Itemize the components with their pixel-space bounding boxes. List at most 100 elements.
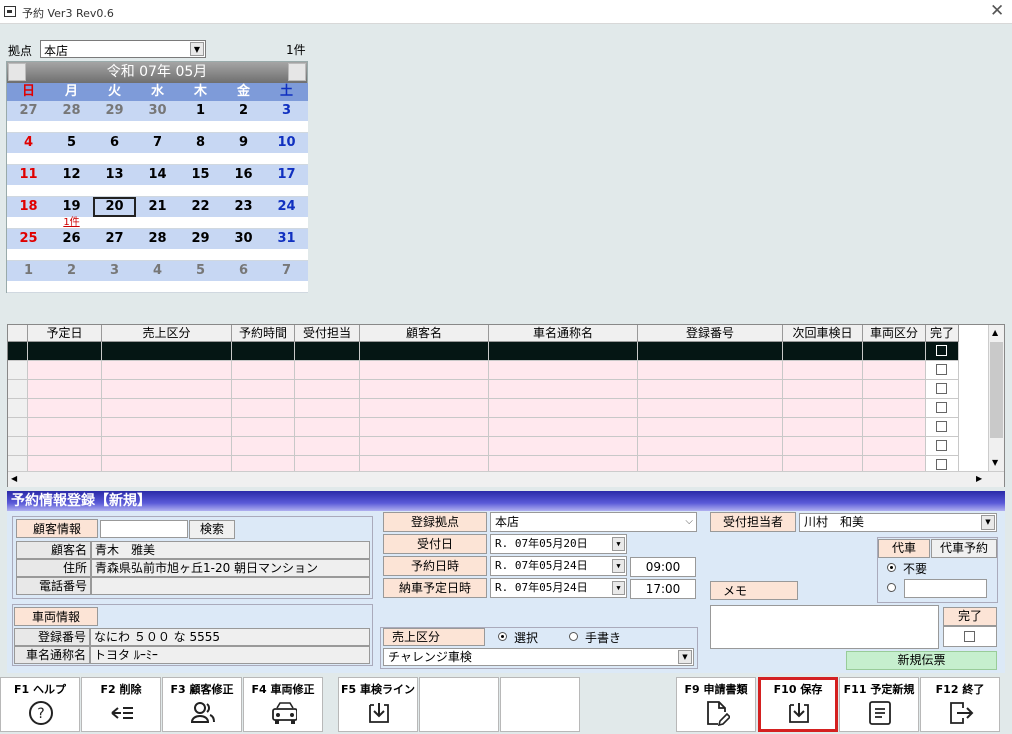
table-row[interactable] [8, 361, 959, 380]
empty-function-button[interactable] [419, 677, 499, 732]
branch-select[interactable]: 本店 ▼ [40, 40, 206, 58]
loaner-not-needed-radio[interactable] [887, 563, 896, 572]
calendar-day[interactable]: 4 [7, 133, 50, 165]
calendar-day[interactable]: 8 [179, 133, 222, 165]
delivery-time-field[interactable]: 17:00 [630, 579, 696, 599]
column-header[interactable]: 完了 [926, 325, 959, 342]
close-icon[interactable]: ✕ [990, 1, 1004, 21]
calendar-day[interactable]: 15 [179, 165, 222, 197]
reservation-date-field[interactable]: R. 07年05月24日 ▼ [490, 556, 627, 576]
calendar-day[interactable]: 26 [50, 229, 93, 261]
new-slip-button[interactable]: 新規伝票 [846, 651, 997, 670]
calendar-day[interactable]: 13 [93, 165, 136, 197]
calendar-day[interactable]: 7 [265, 261, 308, 293]
scroll-left-icon[interactable]: ◀ [11, 474, 17, 483]
f1-help-button[interactable]: F1 ヘルプ? [0, 677, 80, 732]
row-selector[interactable] [8, 418, 28, 437]
day-reservation-count[interactable]: 1件 [50, 217, 93, 229]
f3-customer-edit-button[interactable]: F3 顧客修正 [162, 677, 242, 732]
scroll-right-icon[interactable]: ▶ [976, 474, 982, 483]
column-header[interactable]: 次回車検日 [783, 325, 863, 342]
memo-textarea[interactable] [710, 605, 939, 649]
complete-checkbox[interactable] [936, 402, 947, 413]
scroll-down-icon[interactable]: ▼ [992, 458, 998, 467]
column-header[interactable]: 受付担当 [295, 325, 360, 342]
chevron-down-icon[interactable]: ⌵ [685, 513, 693, 531]
row-selector[interactable] [8, 437, 28, 456]
f5-inspection-line-button[interactable]: F5 車検ライン [338, 677, 418, 732]
calendar-day[interactable]: 1 [179, 101, 222, 133]
f9-application-docs-button[interactable]: F9 申請書類 [676, 677, 756, 732]
calendar-day[interactable]: 21 [136, 197, 179, 229]
calendar-day[interactable]: 29 [93, 101, 136, 133]
table-row[interactable] [8, 437, 959, 456]
calendar-day[interactable]: 17 [265, 165, 308, 197]
calendar-day[interactable]: 30 [222, 229, 265, 261]
staff-select[interactable]: 川村 和美 ▼ [799, 513, 997, 532]
column-header[interactable]: 車両区分 [863, 325, 926, 342]
next-month-button[interactable] [288, 63, 306, 81]
calendar-dropdown-icon[interactable]: ▼ [612, 537, 625, 551]
row-selector[interactable] [8, 399, 28, 418]
prev-month-button[interactable] [8, 63, 26, 81]
complete-checkbox[interactable] [936, 459, 947, 470]
sales-select-radio[interactable] [498, 632, 507, 641]
calendar-day[interactable]: 5 [50, 133, 93, 165]
row-selector[interactable] [8, 361, 28, 380]
calendar-day[interactable]: 31 [265, 229, 308, 261]
calendar-dropdown-icon[interactable]: ▼ [612, 559, 625, 573]
row-selector[interactable] [8, 342, 28, 361]
table-row[interactable] [8, 380, 959, 399]
calendar-day[interactable]: 1 [7, 261, 50, 293]
column-header[interactable]: 売上区分 [102, 325, 232, 342]
calendar-day[interactable]: 29 [179, 229, 222, 261]
calendar-day[interactable]: 22 [179, 197, 222, 229]
calendar-day[interactable]: 20 [93, 197, 136, 229]
sales-category-select[interactable]: チャレンジ車検 ▼ [383, 648, 694, 666]
chevron-down-icon[interactable]: ▼ [190, 42, 204, 56]
calendar-day[interactable]: 5 [179, 261, 222, 293]
calendar-day[interactable]: 9 [222, 133, 265, 165]
calendar-day[interactable]: 2 [50, 261, 93, 293]
complete-checkbox[interactable] [936, 383, 947, 394]
complete-checkbox[interactable] [936, 440, 947, 451]
reservation-time-field[interactable]: 09:00 [630, 557, 696, 577]
chevron-down-icon[interactable]: ▼ [981, 515, 995, 530]
calendar-day[interactable]: 6 [222, 261, 265, 293]
calendar-day[interactable]: 25 [7, 229, 50, 261]
column-header[interactable]: 予約時間 [232, 325, 295, 342]
calendar-day[interactable]: 12 [50, 165, 93, 197]
chevron-down-icon[interactable]: ▼ [678, 650, 692, 664]
reception-date-field[interactable]: R. 07年05月20日 ▼ [490, 534, 627, 554]
delivery-date-field[interactable]: R. 07年05月24日 ▼ [490, 578, 627, 598]
empty-function-button[interactable] [500, 677, 580, 732]
calendar-day[interactable]: 11 [7, 165, 50, 197]
loaner-reservation-button[interactable]: 代車予約 [931, 539, 997, 558]
calendar-day[interactable]: 27 [7, 101, 50, 133]
calendar-day[interactable]: 6 [93, 133, 136, 165]
complete-checkbox[interactable] [936, 421, 947, 432]
table-row[interactable] [8, 342, 959, 361]
loaner-input[interactable] [904, 579, 987, 598]
column-header[interactable]: 顧客名 [360, 325, 489, 342]
calendar-day[interactable]: 3 [93, 261, 136, 293]
calendar-day[interactable]: 10 [265, 133, 308, 165]
calendar-day[interactable]: 23 [222, 197, 265, 229]
sales-handwrite-radio[interactable] [569, 632, 578, 641]
calendar-day[interactable]: 18 [7, 197, 50, 229]
column-header[interactable]: 車名通称名 [489, 325, 638, 342]
vertical-scrollbar[interactable]: ▲ ▼ [988, 325, 1004, 471]
calendar-day[interactable]: 3 [265, 101, 308, 133]
register-branch-select[interactable]: 本店 ⌵ [490, 512, 697, 532]
complete-checkbox[interactable] [964, 631, 975, 642]
table-row[interactable] [8, 418, 959, 437]
f10-save-button[interactable]: F10 保存 [758, 677, 838, 732]
calendar-day[interactable]: 4 [136, 261, 179, 293]
calendar-day[interactable]: 28 [136, 229, 179, 261]
loaner-other-radio[interactable] [887, 583, 896, 592]
complete-checkbox[interactable] [936, 364, 947, 375]
calendar-day[interactable]: 27 [93, 229, 136, 261]
row-selector[interactable] [8, 380, 28, 399]
table-row[interactable] [8, 399, 959, 418]
complete-checkbox[interactable] [936, 345, 947, 356]
